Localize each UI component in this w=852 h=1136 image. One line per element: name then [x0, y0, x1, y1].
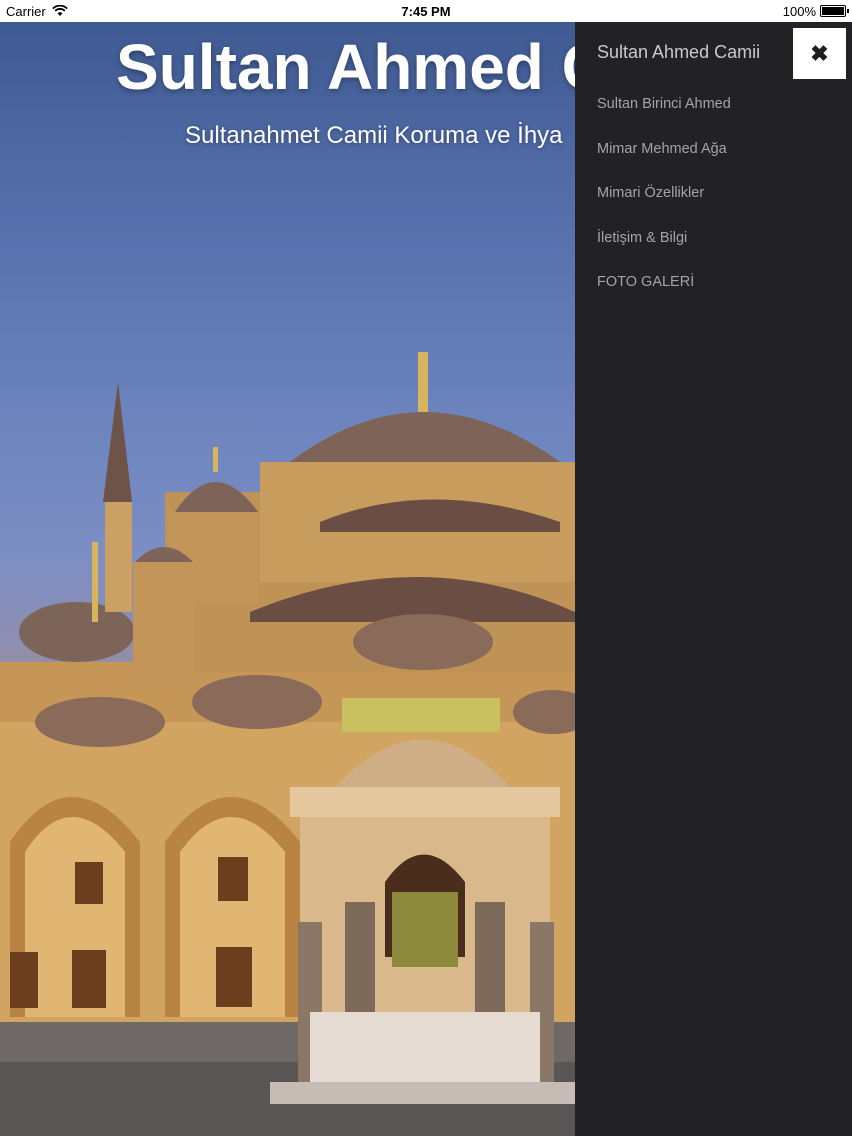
status-time: 7:45 PM	[401, 3, 451, 19]
menu-title: Sultan Ahmed Camii	[597, 42, 761, 62]
close-icon: ✖	[810, 40, 829, 66]
menu-item-foto-galeri[interactable]: FOTO GALERİ	[597, 274, 731, 319]
mosque-illustration	[0, 352, 575, 1136]
status-left: Carrier	[6, 4, 68, 19]
hero-subtitle: Sultanahmet Camii Koruma ve İhya	[185, 122, 563, 149]
battery-icon	[820, 5, 849, 17]
close-button[interactable]: ✖	[793, 28, 846, 79]
menu-item-mimar-mehmed-aga[interactable]: Mimar Mehmed Ağa	[597, 141, 731, 186]
battery-fill	[822, 7, 844, 15]
hero-image: Sultan Ahmed Camii Sultanahmet Camii Kor…	[0, 22, 575, 1136]
menu-item-mimari-ozellikler[interactable]: Mimari Özellikler	[597, 185, 731, 230]
carrier-label: Carrier	[6, 3, 46, 19]
side-menu: Sultan Ahmed Camii ✖ Sultan Birinci Ahme…	[575, 22, 852, 1136]
menu-item-iletisim-bilgi[interactable]: İletişim & Bilgi	[597, 230, 731, 275]
status-right: 100%	[782, 3, 849, 19]
status-bar: Carrier 7:45 PM 100%	[0, 0, 852, 22]
menu-item-sultan-birinci-ahmed[interactable]: Sultan Birinci Ahmed	[597, 96, 731, 141]
hero-title: Sultan Ahmed Camii	[116, 31, 575, 103]
battery-percent: 100%	[782, 3, 816, 19]
wifi-icon	[51, 5, 68, 16]
menu-list: Sultan Birinci Ahmed Mimar Mehmed Ağa Mi…	[597, 96, 731, 319]
